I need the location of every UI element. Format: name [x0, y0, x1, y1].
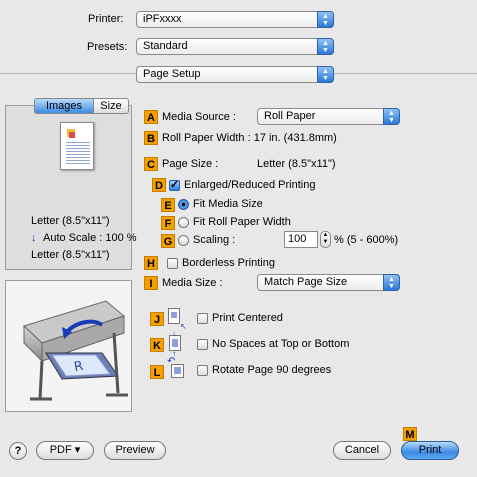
badge-m: M	[403, 427, 417, 441]
cancel-button[interactable]: Cancel	[333, 441, 391, 460]
no-spaces-checkbox[interactable]	[197, 339, 208, 350]
roll-paper-width-label: Roll Paper Width : 17 in. (431.8mm)	[162, 132, 337, 144]
help-button[interactable]: ?	[9, 442, 27, 460]
media-source-label: Media Source :	[162, 111, 236, 123]
popup-arrows-icon: ▲ ▼	[317, 38, 334, 55]
tab-images[interactable]: Images	[34, 98, 94, 114]
scaling-stepper[interactable]: ▲ ▼	[320, 231, 331, 248]
large-format-printer-icon: R	[23, 300, 128, 401]
page-size-label: Page Size :	[162, 158, 219, 170]
badge-k: K	[150, 338, 164, 352]
badge-j: J	[150, 312, 164, 326]
popup-arrows-icon: ▲ ▼	[317, 11, 334, 28]
fit-roll-paper-width-label: Fit Roll Paper Width	[193, 216, 291, 228]
borderless-printing-label: Borderless Printing	[182, 257, 275, 269]
badge-h: H	[144, 256, 158, 270]
popup-arrows-icon: ▲ ▼	[383, 274, 400, 291]
preview-output-size: Letter (8.5"x11")	[31, 249, 110, 261]
popup-arrows-icon: ▲ ▼	[317, 66, 334, 83]
presets-popup[interactable]: Standard ▲ ▼	[136, 38, 334, 55]
popup-arrows-icon: ▲ ▼	[383, 108, 400, 125]
fit-media-size-radio[interactable]	[178, 199, 189, 210]
badge-i: I	[144, 276, 158, 290]
fit-media-size-label: Fit Media Size	[193, 198, 263, 210]
panel-popup[interactable]: Page Setup ▲ ▼	[136, 66, 334, 83]
print-centered-checkbox[interactable]	[197, 313, 208, 324]
badge-c: C	[144, 157, 158, 171]
badge-d: D	[152, 178, 166, 192]
presets-label: Presets:	[87, 41, 128, 53]
media-size-popup[interactable]: Match Page Size ▲ ▼	[257, 274, 400, 291]
thumbnail-text-lines	[66, 140, 90, 166]
presets-value: Standard	[143, 40, 188, 52]
enlarged-reduced-checkbox[interactable]	[169, 178, 180, 191]
scaling-radio[interactable]	[178, 235, 189, 246]
badge-f: F	[161, 216, 175, 230]
media-size-value: Match Page Size	[264, 276, 348, 288]
enlarged-reduced-label: Enlarged/Reduced Printing	[184, 179, 316, 191]
printer-label: Printer:	[88, 13, 124, 25]
no-spaces-label: No Spaces at Top or Bottom	[212, 338, 350, 350]
media-size-label: Media Size :	[162, 277, 223, 289]
preview-page-size: Letter (8.5"x11")	[31, 215, 110, 227]
badge-l: L	[150, 365, 164, 379]
rotate-page-icon: ↶	[166, 356, 186, 381]
down-arrow-icon: ↓	[31, 232, 37, 244]
scaling-label: Scaling :	[193, 234, 236, 246]
panel-value: Page Setup	[143, 68, 201, 80]
print-centered-icon: ↖	[166, 306, 187, 331]
badge-e: E	[161, 198, 175, 212]
scaling-input[interactable]: 100	[284, 231, 318, 248]
rotate-page-label: Rotate Page 90 degrees	[212, 364, 332, 376]
badge-a: A	[144, 110, 158, 124]
pdf-button[interactable]: PDF ▾	[36, 441, 94, 460]
page-thumbnail	[60, 122, 94, 170]
badge-g: G	[161, 234, 175, 248]
rotate-page-checkbox[interactable]	[197, 365, 208, 376]
tab-size[interactable]: Size	[93, 98, 129, 114]
scaling-range: % (5 - 600%)	[334, 234, 399, 246]
media-source-popup[interactable]: Roll Paper ▲ ▼	[257, 108, 400, 125]
borderless-printing-checkbox[interactable]	[167, 258, 178, 269]
printer-popup[interactable]: iPFxxxx ▲ ▼	[136, 11, 334, 28]
media-source-value: Roll Paper	[264, 110, 316, 122]
preview-scale: Auto Scale : 100 %	[43, 232, 137, 244]
print-centered-label: Print Centered	[212, 312, 283, 324]
printer-illustration-panel: R	[5, 280, 132, 412]
preview-button[interactable]: Preview	[104, 441, 166, 460]
printer-value: iPFxxxx	[143, 13, 182, 25]
no-spaces-icon: ↓ ↑	[166, 329, 186, 358]
fit-roll-paper-width-radio[interactable]	[178, 217, 189, 228]
page-size-value: Letter (8.5"x11")	[257, 158, 336, 170]
badge-b: B	[144, 131, 158, 145]
thumbnail-graphic	[69, 132, 75, 138]
print-button[interactable]: Print	[401, 441, 459, 460]
